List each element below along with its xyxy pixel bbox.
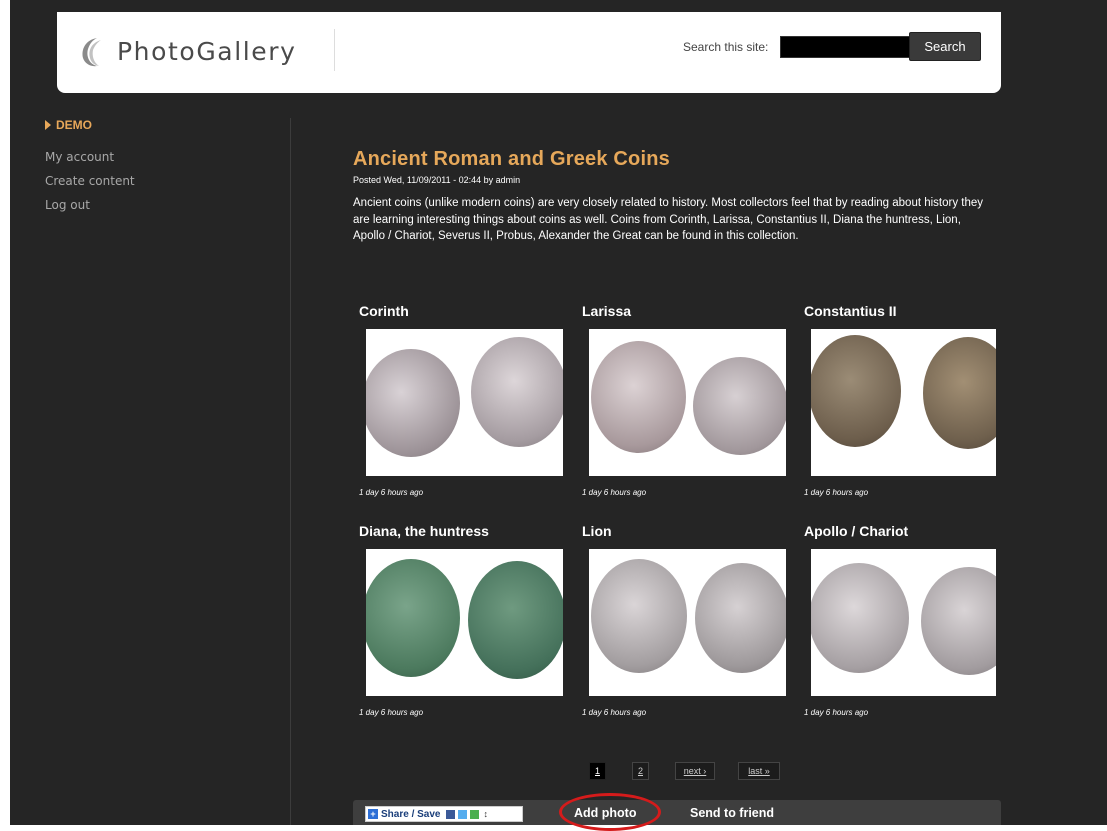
photo-timestamp: 1 day 6 hours ago	[582, 708, 647, 717]
photo-title[interactable]: Lion	[582, 523, 612, 539]
photo-grid: Corinth 1 day 6 hours ago Larissa 1 day …	[353, 303, 1013, 733]
post-action-bar: + Share / Save ↕ Add photo Send to frien…	[353, 800, 1001, 825]
pager-page-1[interactable]: 1	[589, 762, 606, 780]
triangle-right-icon	[45, 120, 51, 130]
photo-timestamp: 1 day 6 hours ago	[359, 488, 424, 497]
photo-title[interactable]: Apollo / Chariot	[804, 523, 908, 539]
photo-card: Constantius II 1 day 6 hours ago	[798, 303, 1018, 513]
sidebar-item-create-content[interactable]: Create content	[45, 169, 245, 193]
photo-thumbnail[interactable]	[366, 549, 563, 696]
share-save-button[interactable]: + Share / Save ↕	[365, 806, 523, 822]
highlight-circle	[559, 793, 661, 831]
photo-thumbnail[interactable]	[811, 549, 996, 696]
photo-title[interactable]: Larissa	[582, 303, 631, 319]
photo-card: Larissa 1 day 6 hours ago	[576, 303, 796, 513]
photo-card: Lion 1 day 6 hours ago	[576, 523, 796, 733]
photo-thumbnail[interactable]	[589, 549, 786, 696]
photo-title[interactable]: Constantius II	[804, 303, 897, 319]
photo-title[interactable]: Corinth	[359, 303, 409, 319]
sidebar: DEMO My account Create content Log out	[45, 118, 245, 217]
share-label: Share / Save	[381, 808, 441, 820]
post-content: Ancient Roman and Greek Coins Posted Wed…	[353, 148, 1003, 245]
post-description: Ancient coins (unlike modern coins) are …	[353, 197, 984, 242]
facebook-icon	[446, 809, 456, 819]
photo-timestamp: 1 day 6 hours ago	[359, 708, 424, 717]
sidebar-item-my-account[interactable]: My account	[45, 145, 245, 169]
photo-card: Apollo / Chariot 1 day 6 hours ago	[798, 523, 1018, 733]
post-meta: Posted Wed, 11/09/2011 - 02:44 by admin	[353, 175, 521, 185]
logo-text: PhotoGallery	[117, 36, 297, 66]
photo-thumbnail[interactable]	[589, 329, 786, 476]
send-to-friend-link[interactable]: Send to friend	[690, 806, 774, 820]
plus-icon: +	[368, 809, 378, 819]
site-logo[interactable]: PhotoGallery	[75, 26, 297, 76]
site-header: PhotoGallery Search this site: Search	[57, 12, 1001, 93]
photo-title[interactable]: Diana, the huntress	[359, 523, 489, 539]
pager-page-2[interactable]: 2	[632, 762, 649, 780]
sidebar-user-title[interactable]: DEMO	[45, 118, 245, 132]
search-label: Search this site:	[683, 40, 769, 54]
photo-thumbnail[interactable]	[811, 329, 996, 476]
photo-thumbnail[interactable]	[366, 329, 563, 476]
photo-timestamp: 1 day 6 hours ago	[804, 708, 869, 717]
chevron-updown-icon: ↕	[483, 809, 488, 819]
sidebar-title-label: DEMO	[56, 118, 92, 132]
search-button[interactable]: Search	[909, 32, 981, 61]
twitter-icon	[458, 809, 468, 819]
photo-timestamp: 1 day 6 hours ago	[804, 488, 869, 497]
photo-card: Diana, the huntress 1 day 6 hours ago	[353, 523, 573, 733]
sidebar-divider	[290, 118, 291, 825]
photo-timestamp: 1 day 6 hours ago	[582, 488, 647, 497]
pager-last[interactable]: last »	[738, 762, 780, 780]
header-divider	[334, 29, 335, 71]
photo-card: Corinth 1 day 6 hours ago	[353, 303, 573, 513]
email-icon	[470, 809, 480, 819]
pager-next[interactable]: next ›	[675, 762, 715, 780]
logo-crescent-icon	[75, 36, 105, 67]
post-title[interactable]: Ancient Roman and Greek Coins	[353, 148, 1003, 171]
search-input[interactable]	[780, 36, 913, 58]
sidebar-item-log-out[interactable]: Log out	[45, 193, 245, 217]
